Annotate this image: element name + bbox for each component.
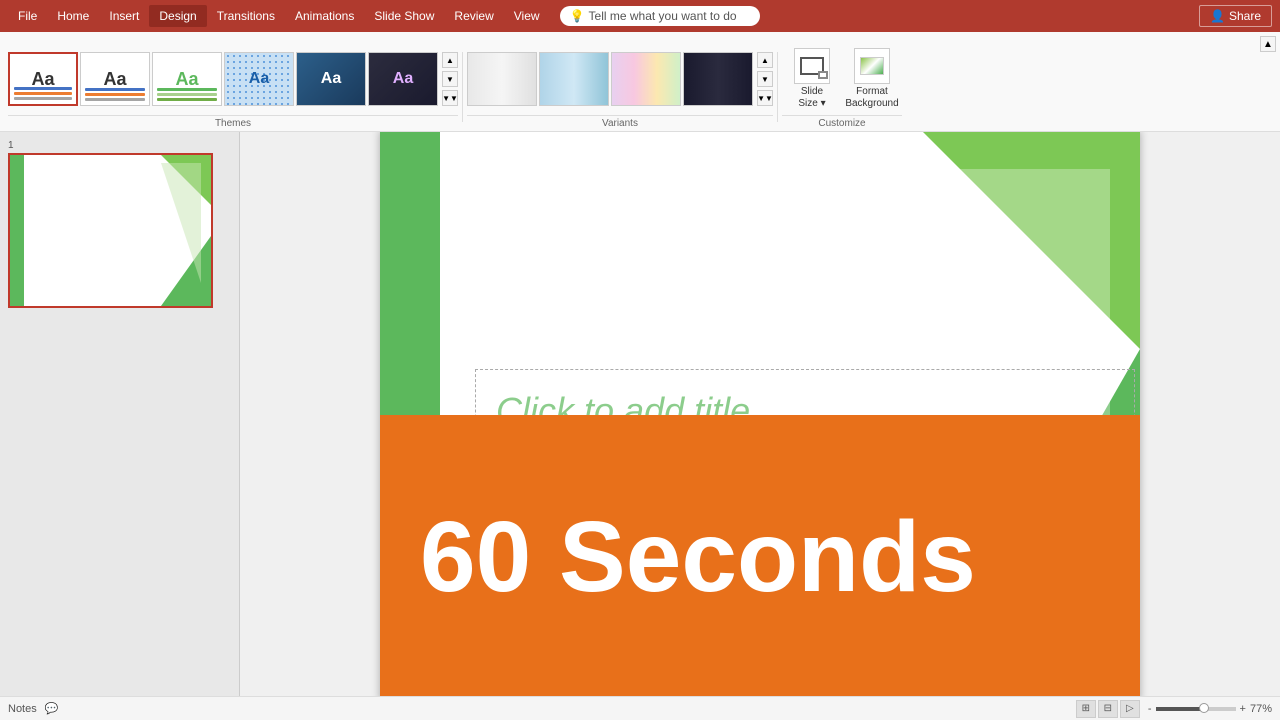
- zoom-fill: [1156, 707, 1204, 711]
- share-label: Share: [1229, 9, 1261, 23]
- zoom-thumb: [1199, 703, 1209, 713]
- theme-scroll-up[interactable]: ▲: [442, 52, 458, 68]
- banner-text: 60 Seconds: [420, 500, 976, 615]
- tell-me-placeholder: Tell me what you want to do: [589, 9, 737, 23]
- divider-2: [777, 52, 778, 122]
- variant-scroll: ▲ ▼ ▼▼: [757, 52, 773, 106]
- normal-view-button[interactable]: ⊞: [1076, 700, 1096, 718]
- status-right: ⊞ ⊟ ▷ - + 77%: [1076, 700, 1272, 718]
- slide-number: 1: [8, 140, 231, 151]
- format-background-button[interactable]: FormatBackground: [846, 44, 898, 114]
- theme-dark[interactable]: Aa: [368, 52, 438, 106]
- slide-canvas[interactable]: Click to add title subtitle 60 Seconds: [380, 132, 1140, 696]
- format-background-icon: [854, 48, 890, 84]
- customize-label: Customize: [782, 115, 902, 131]
- theme-default[interactable]: Aa: [8, 52, 78, 106]
- tell-me-box[interactable]: 💡 Tell me what you want to do: [560, 6, 760, 26]
- zoom-slider[interactable]: [1156, 707, 1236, 711]
- zoom-percent[interactable]: 77%: [1250, 703, 1272, 715]
- variant-scroll-more[interactable]: ▼▼: [757, 90, 773, 106]
- theme-blue-dot[interactable]: Aa: [224, 52, 294, 106]
- zoom-minus-button[interactable]: -: [1148, 703, 1152, 715]
- slide-sorter-button[interactable]: ⊟: [1098, 700, 1118, 718]
- slide-thumbnail-1[interactable]: 1: [8, 140, 231, 308]
- variant-1[interactable]: [467, 52, 537, 106]
- theme-dark-blue[interactable]: Aa: [296, 52, 366, 106]
- zoom-control: - + 77%: [1148, 703, 1272, 715]
- zoom-plus-button[interactable]: +: [1240, 703, 1246, 715]
- person-icon: 👤: [1210, 9, 1225, 23]
- slide-size-label: SlideSize ▾: [798, 86, 825, 110]
- theme-scroll-down[interactable]: ▼: [442, 71, 458, 87]
- variant-4[interactable]: [683, 52, 753, 106]
- menu-transitions[interactable]: Transitions: [207, 5, 285, 27]
- themes-label: Themes: [8, 115, 458, 131]
- menu-insert[interactable]: Insert: [99, 5, 149, 27]
- theme-office[interactable]: Aa: [80, 52, 150, 106]
- ribbon: Aa Aa: [0, 32, 1280, 132]
- menu-home[interactable]: Home: [47, 5, 99, 27]
- status-bar: Notes 💬 ⊞ ⊟ ▷ - + 77%: [0, 696, 1280, 720]
- slide-size-button[interactable]: SlideSize ▾: [786, 44, 838, 114]
- customize-group: SlideSize ▾ FormatBackground Customize: [782, 43, 902, 131]
- format-background-label: FormatBackground: [845, 86, 898, 110]
- theme-scroll: ▲ ▼ ▼▼: [442, 52, 458, 106]
- variant-scroll-down[interactable]: ▼: [757, 71, 773, 87]
- slides-panel: 1: [0, 132, 240, 696]
- variant-2[interactable]: [539, 52, 609, 106]
- lightbulb-icon: 💡: [570, 9, 585, 23]
- menu-slideshow[interactable]: Slide Show: [364, 5, 444, 27]
- reading-view-button[interactable]: ▷: [1120, 700, 1140, 718]
- menu-animations[interactable]: Animations: [285, 5, 364, 27]
- slide-thumb-img: [8, 153, 213, 308]
- variants-group: ▲ ▼ ▼▼ Variants: [467, 43, 773, 131]
- notes-button[interactable]: Notes: [8, 703, 37, 715]
- themes-group: Aa Aa: [8, 43, 458, 131]
- variants-label: Variants: [467, 115, 773, 131]
- menu-file[interactable]: File: [8, 5, 47, 27]
- variant-3[interactable]: [611, 52, 681, 106]
- comments-icon[interactable]: 💬: [45, 702, 59, 715]
- menu-view[interactable]: View: [504, 5, 550, 27]
- slide-editor: Click to add title subtitle 60 Seconds: [240, 132, 1280, 696]
- share-button[interactable]: 👤 Share: [1199, 5, 1272, 27]
- variant-scroll-up[interactable]: ▲: [757, 52, 773, 68]
- menu-design[interactable]: Design: [149, 5, 206, 27]
- theme-scroll-more[interactable]: ▼▼: [442, 90, 458, 106]
- divider-1: [462, 52, 463, 122]
- main-area: 1 Cli: [0, 132, 1280, 696]
- orange-banner: 60 Seconds: [380, 415, 1140, 696]
- menu-bar: File Home Insert Design Transitions Anim…: [0, 0, 1280, 32]
- menu-review[interactable]: Review: [444, 5, 503, 27]
- ribbon-collapse-button[interactable]: ▲: [1260, 36, 1276, 52]
- theme-green[interactable]: Aa: [152, 52, 222, 106]
- slide-size-icon: [794, 48, 830, 84]
- view-buttons: ⊞ ⊟ ▷: [1076, 700, 1140, 718]
